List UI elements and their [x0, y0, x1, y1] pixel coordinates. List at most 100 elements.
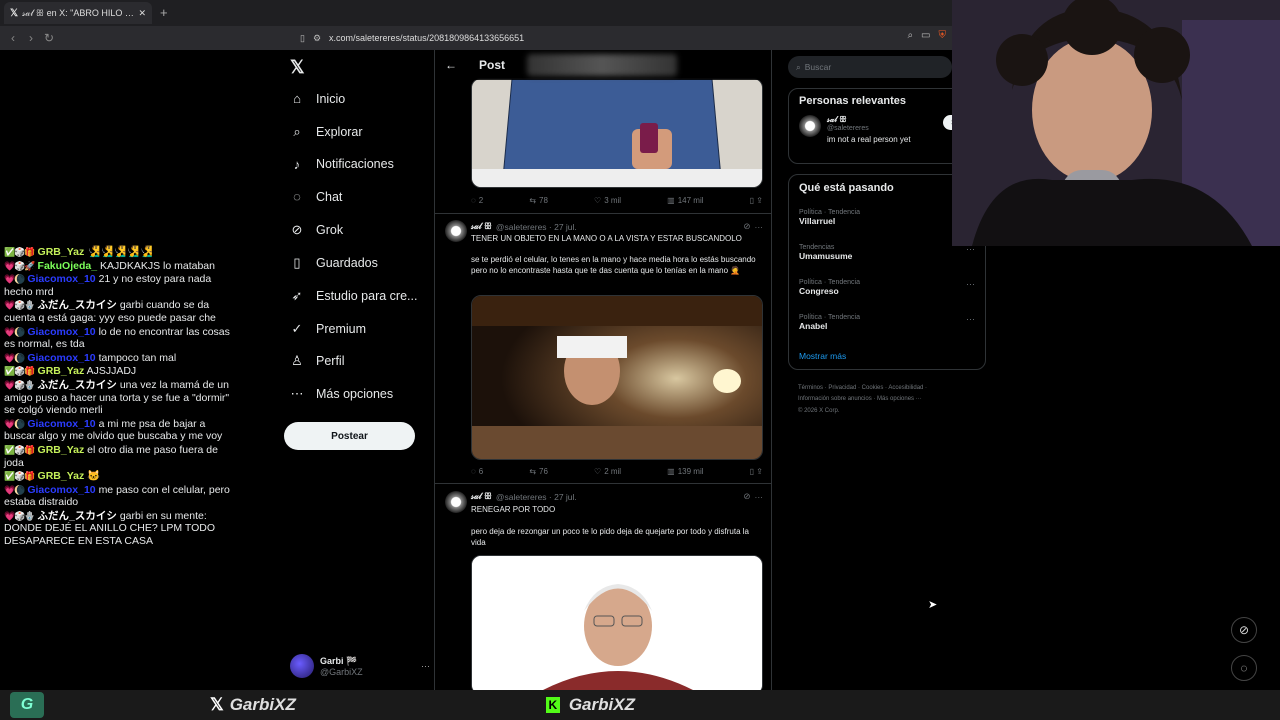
person-name[interactable]: 𝓈𝒶𝓁 ꕥ — [827, 115, 937, 125]
tweet-more-icon[interactable]: ··· — [755, 492, 764, 502]
messages-float-button[interactable]: ◌ — [1231, 655, 1257, 681]
sidebar-item-guardados[interactable]: ▯ Guardados — [290, 255, 377, 271]
new-tab-button[interactable]: + — [160, 5, 168, 20]
bookmark-icon: ▯ — [293, 255, 301, 270]
more-icon[interactable]: ··· — [421, 661, 430, 671]
url-text[interactable]: x.com/saletereres/status/208180986413365… — [329, 33, 524, 43]
tweet-body: se te perdió el celular, lo tenes en la … — [471, 255, 756, 276]
tweet-author-handle[interactable]: @saletereres · 27 jul. — [496, 222, 577, 232]
tweet-author-name[interactable]: 𝓈𝒶𝓁 ꕥ — [471, 491, 492, 502]
address-bar[interactable]: ▯ ⚙ x.com/saletereres/status/20818098641… — [300, 29, 952, 47]
sidebar-item-label: Inicio — [316, 91, 346, 106]
like-button[interactable]: ♡ 3 mil — [594, 196, 621, 205]
chat-username[interactable]: GRB_Yaz — [38, 444, 85, 456]
x-handle-label: GarbiXZ — [229, 695, 296, 714]
repost-button[interactable]: ⇆ 76 — [529, 467, 548, 476]
trend-more-icon[interactable]: ··· — [966, 314, 975, 324]
avatar[interactable] — [445, 220, 467, 242]
avatar[interactable] — [799, 115, 821, 137]
back-nav-icon[interactable]: ‹ — [4, 31, 22, 45]
tweet-image[interactable] — [471, 295, 763, 460]
trend-item[interactable]: Tendencias Umamusume ··· — [799, 244, 975, 261]
reload-icon[interactable]: ↻ — [40, 31, 58, 45]
account-switcher[interactable]: Garbi 🏁 @GarbiXZ ··· — [290, 652, 430, 680]
account-handle: @GarbiXZ — [320, 666, 363, 677]
browser-tab[interactable]: 𝕏 𝓈𝒶𝓁 ꕥ en X: "ABRO HILO DE TO... ✕ — [4, 2, 152, 24]
trend-item[interactable]: Política · TendenciaVillarruel··· — [799, 209, 975, 226]
chat-badges: ✅🎲🎁 — [4, 471, 36, 482]
trend-item[interactable]: Política · Tendencia Congreso ··· — [799, 279, 975, 296]
sidebar-item-mas[interactable]: ⋯ Más opciones — [290, 386, 394, 402]
site-info-icon[interactable]: ⚙ — [313, 33, 321, 44]
sidebar-item-notificaciones[interactable]: ♪ Notificaciones — [290, 157, 394, 172]
chat-username[interactable]: Giacomox_10 — [27, 326, 95, 338]
tab-close-icon[interactable]: ✕ — [138, 8, 146, 19]
chat-username[interactable]: ふだん_スカイシ — [38, 299, 117, 311]
tweet-actions: ◌ 2 ⇆ 78 ♡ 3 mil ▥ 147 mil ▯ ⇪ — [471, 196, 763, 205]
show-more-link[interactable]: Mostrar más — [799, 351, 846, 361]
card-title: Personas relevantes — [799, 95, 907, 107]
sidebar-item-inicio[interactable]: ⌂ Inicio — [290, 91, 345, 106]
trend-more-icon[interactable]: ··· — [966, 279, 975, 289]
person-handle[interactable]: @saletereres — [827, 125, 937, 132]
brave-shield-icon[interactable]: ⛨ — [939, 30, 947, 41]
footer-line[interactable]: Información sobre anuncios · Más opcione… — [798, 394, 927, 405]
chat-username[interactable]: Giacomox_10 — [27, 484, 95, 496]
tweet-image[interactable] — [471, 555, 763, 690]
sidebar-item-chat[interactable]: ◌ Chat — [290, 189, 342, 204]
sidebar-item-label: Chat — [316, 189, 343, 204]
grok-float-button[interactable]: ⊘ — [1231, 617, 1257, 643]
chat-username[interactable]: Giacomox_10 — [27, 273, 95, 285]
tweet-image[interactable] — [471, 78, 763, 188]
trend-category: Tendencias — [799, 244, 835, 251]
x-favicon-icon: 𝕏 — [10, 7, 19, 19]
sidebar-item-premium[interactable]: ✓ Premium — [290, 321, 366, 337]
profile-icon: ♙ — [291, 353, 303, 369]
grok-icon[interactable]: ⊘ — [743, 491, 750, 502]
chat-username[interactable]: FakuOjeda_ — [38, 260, 98, 272]
chat-text: 🧏‍♂️🧏‍♂️🧏‍♂️🧏‍♂️🧏‍♂️ — [87, 246, 153, 258]
chat-username[interactable]: Giacomox_10 — [27, 352, 95, 364]
chat-username[interactable]: GRB_Yaz — [38, 365, 85, 377]
chat-badges: 💗🌘 — [4, 484, 25, 495]
tweet-author-handle[interactable]: @saletereres · 27 jul. — [496, 492, 577, 502]
reply-button[interactable]: ◌ 6 — [471, 467, 483, 476]
chat-message: 💗🌘 Giacomox_10 me paso con el celular, p… — [4, 484, 230, 509]
bookmark-star-icon[interactable]: ▯ — [300, 33, 305, 44]
sidebar-item-perfil[interactable]: ♙ Perfil — [290, 353, 344, 369]
tweet-more-icon[interactable]: ··· — [755, 222, 764, 232]
chat-message: ✅🎲🎁 GRB_Yaz 🧏‍♂️🧏‍♂️🧏‍♂️🧏‍♂️🧏‍♂️ — [4, 246, 230, 259]
bookmark-icon[interactable]: ▯ ⇪ — [750, 196, 763, 205]
cast-icon[interactable]: ▭ — [921, 30, 930, 41]
bookmark-icon[interactable]: ▯ ⇪ — [750, 467, 763, 476]
footer-copyright: © 2026 X Corp. — [798, 407, 840, 414]
zoom-icon[interactable]: ⌕ — [907, 30, 913, 41]
views-button[interactable]: ▥ 147 mil — [667, 196, 703, 205]
repost-button[interactable]: ⇆ 78 — [529, 196, 548, 205]
post-button[interactable]: Postear — [284, 422, 415, 450]
back-arrow-icon[interactable]: ← — [445, 58, 457, 72]
chat-username[interactable]: ふだん_スカイシ — [38, 510, 117, 522]
x-logo-icon[interactable]: 𝕏 — [290, 57, 305, 78]
chat-username[interactable]: Giacomox_10 — [27, 418, 95, 430]
search-icon: ⌕ — [293, 123, 301, 139]
sidebar-item-grok[interactable]: ⊘ Grok — [290, 222, 344, 238]
chat-username[interactable]: GRB_Yaz — [38, 246, 85, 258]
search-input[interactable]: ⌕ Buscar — [788, 56, 952, 78]
forward-nav-icon[interactable]: › — [22, 31, 40, 45]
trend-category: Política · Tendencia — [799, 314, 860, 321]
grok-icon[interactable]: ⊘ — [743, 221, 750, 232]
avatar[interactable] — [445, 491, 467, 513]
like-button[interactable]: ♡ 2 mil — [594, 467, 621, 476]
old-man-image — [472, 556, 762, 690]
footer-line[interactable]: Términos · Privacidad · Cookies · Accesi… — [798, 383, 927, 394]
trend-item[interactable]: Política · Tendencia Anabel ··· — [799, 314, 975, 331]
sidebar-item-estudio[interactable]: ➶ Estudio para cre... — [290, 288, 418, 304]
chat-message: 💗🎲🪬 ふだん_スカイシ una vez la mamá de un amigo… — [4, 379, 230, 417]
chat-username[interactable]: ふだん_スカイシ — [38, 379, 117, 391]
views-button[interactable]: ▥ 139 mil — [667, 467, 703, 476]
sidebar-item-explorar[interactable]: ⌕ Explorar — [290, 123, 362, 140]
reply-button[interactable]: ◌ 2 — [471, 196, 483, 205]
chat-username[interactable]: GRB_Yaz — [38, 470, 85, 482]
tweet-author-name[interactable]: 𝓈𝒶𝓁 ꕥ — [471, 221, 492, 232]
